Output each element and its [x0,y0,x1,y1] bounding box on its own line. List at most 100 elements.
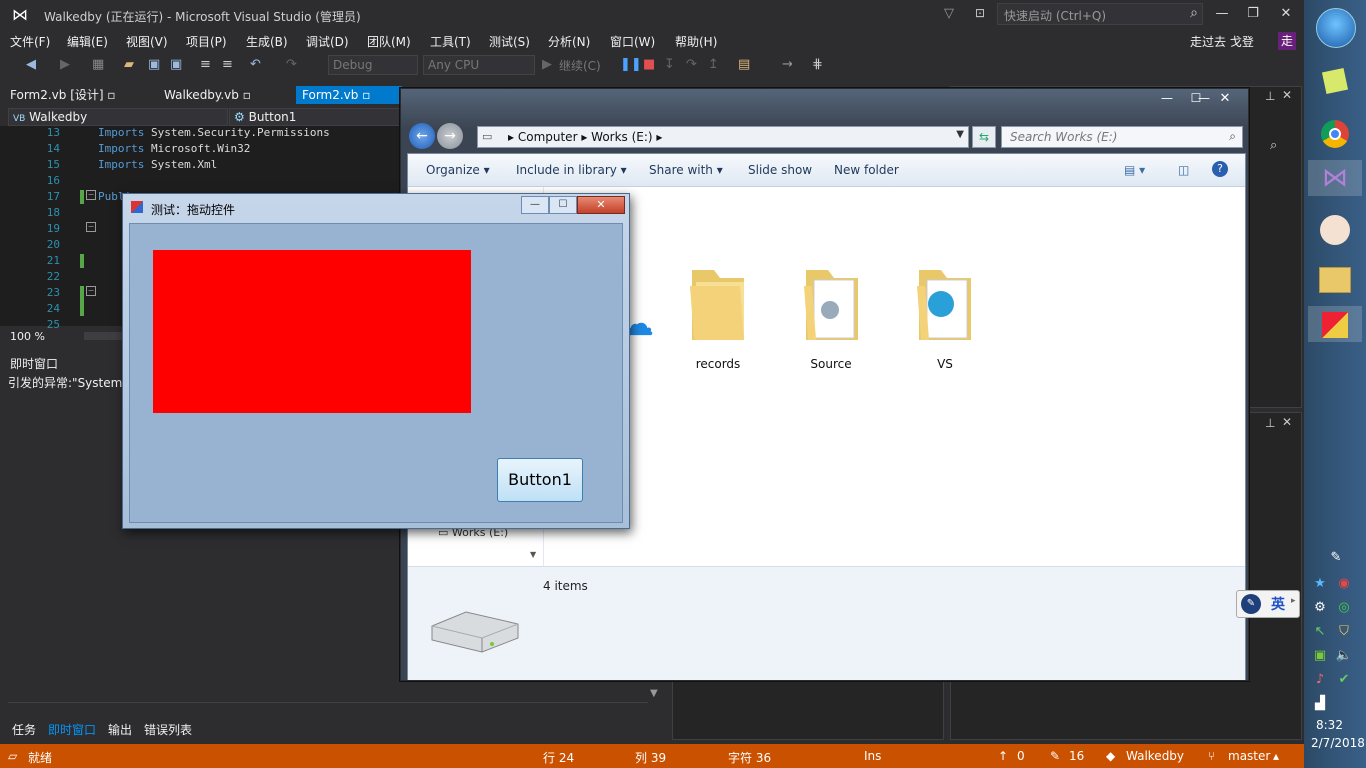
find-in-files-icon[interactable]: ▤ [738,57,750,72]
menu-test[interactable]: 测试(S) [489,33,530,50]
navigate-icon[interactable]: → [782,57,793,72]
filter-icon[interactable]: ▽ [944,6,954,21]
taskbar-sticky-notes-icon[interactable] [1308,64,1362,100]
folder-label[interactable]: Source [786,357,876,371]
member-select[interactable]: ⚙ Button1 [229,108,403,126]
quick-launch-box[interactable]: 快速启动 (Ctrl+Q) ⌕ [997,3,1203,25]
save-all-icon[interactable]: ▣ [170,57,182,72]
breadcrumb-computer[interactable]: Computer [518,130,578,144]
minimize-icon[interactable]: — [1212,6,1232,24]
menu-view[interactable]: 视图(V) [126,33,168,50]
comment-icon[interactable]: ≡ [200,57,211,72]
feedback-icon[interactable]: ⊡ [975,6,985,20]
slide-show-button[interactable]: Slide show [748,163,812,177]
close-icon[interactable]: ✕ [1211,91,1239,109]
tray-steam-icon[interactable]: ⚙ [1310,600,1330,615]
folder-records-icon[interactable] [686,264,750,344]
tray-sound-icon[interactable]: ♪ [1310,672,1330,687]
pin-icon[interactable]: ▫ [362,88,370,102]
ime-toolbar[interactable]: ✎ 英 ▸ [1236,590,1300,618]
immediate-output[interactable]: 引发的异常:"System. [8,374,126,391]
taskbar-chrome-icon[interactable] [1308,116,1362,152]
tray-nvidia-icon[interactable]: ▣ [1310,648,1330,663]
pencil-icon[interactable]: ✎ [1050,749,1060,763]
tray-shield-icon[interactable]: ⛉ [1334,624,1354,639]
menu-build[interactable]: 生成(B) [246,33,288,50]
user-avatar[interactable]: 走 [1278,32,1296,50]
code-line[interactable]: Imports System.Security.Permissions [98,126,330,139]
search-box[interactable]: Search Works (E:) ⌕ [1001,126,1243,148]
menu-window[interactable]: 窗口(W) [610,33,655,50]
folder-vs-icon[interactable] [913,264,977,344]
organize-button[interactable]: Organize ▾ [426,163,490,177]
taskbar-visual-studio-icon[interactable]: ⋈ [1308,160,1362,196]
tab-immediate[interactable]: 即时窗口 [48,721,96,738]
restore-icon[interactable]: ❐ [1243,6,1263,24]
collapse-icon[interactable]: − [86,222,96,232]
status-unpublished[interactable]: 0 [1017,749,1025,763]
menu-edit[interactable]: 编辑(E) [67,33,108,50]
tab-error-list[interactable]: 错误列表 [144,721,192,738]
open-file-icon[interactable]: ▰ [124,57,134,72]
share-with-button[interactable]: Share with ▾ [649,163,723,177]
clock-time[interactable]: 8:32 [1316,718,1343,732]
folder-label[interactable]: VS [900,357,990,371]
tab-form2-code[interactable]: Form2.vb ▫ [296,86,402,104]
scroll-down-icon[interactable]: ▼ [650,688,658,699]
tab-walkedby[interactable]: Walkedby.vb ▫ [158,86,257,104]
ime-menu-icon[interactable]: ▸ [1291,596,1296,606]
start-button-icon[interactable] [1316,8,1356,48]
repo-icon[interactable]: ◆ [1106,749,1115,763]
tray-chrome-icon[interactable]: ◎ [1334,600,1354,615]
new-folder-button[interactable]: New folder [834,163,899,177]
taskbar-file-explorer-icon[interactable] [1308,262,1362,298]
zoom-level[interactable]: 100 % [10,330,45,343]
tab-output[interactable]: 输出 [108,721,132,738]
menu-team[interactable]: 团队(M) [367,33,411,50]
forward-icon[interactable]: → [437,123,463,149]
help-icon[interactable]: ? [1212,161,1228,177]
pin-icon[interactable]: ⊥ [1265,89,1275,103]
collapse-icon[interactable]: − [86,190,96,200]
branch-icon[interactable]: ⑂ [1208,749,1215,763]
menu-analyze[interactable]: 分析(N) [548,33,590,50]
pin-icon[interactable]: ⊥ [1265,416,1275,430]
view-options-icon[interactable]: ▤ ▾ [1124,163,1145,177]
platform-select[interactable]: Any CPU [423,55,535,75]
publish-icon[interactable]: ↑ [998,749,1008,763]
breadcrumb-works[interactable]: Works (E:) [591,130,652,144]
tab-form2-design[interactable]: Form2.vb [设计] ▫ [4,86,122,104]
menu-help[interactable]: 帮助(H) [675,33,717,50]
status-repo[interactable]: Walkedby [1126,749,1184,763]
menu-file[interactable]: 文件(F) [10,33,50,50]
back-icon[interactable]: ← [409,123,435,149]
redo-icon[interactable]: ↷ [286,57,297,72]
taskbar-winforms-app-icon[interactable] [1308,306,1362,342]
tray-star-icon[interactable]: ★ [1310,576,1330,591]
new-project-icon[interactable]: ▦ [92,57,104,72]
back-navigate-icon[interactable]: ◀ [26,57,36,72]
folder-label[interactable]: records [673,357,763,371]
button1[interactable]: Button1 [497,458,583,502]
tab-tasks[interactable]: 任务 [12,721,36,738]
step-out-icon[interactable]: ↥ [708,57,719,72]
search-icon[interactable]: ⌕ [1229,129,1236,144]
include-in-library-button[interactable]: Include in library ▾ [516,163,627,177]
status-branch[interactable]: master [1228,749,1270,763]
code-line[interactable]: Imports System.Xml [98,158,217,171]
close-icon[interactable]: ✕ [577,196,625,214]
taskbar-avatar-app-icon[interactable] [1308,212,1362,248]
continue-icon[interactable]: ▶ [542,57,552,72]
minimize-icon[interactable]: — [1153,91,1181,109]
step-into-icon[interactable]: ↧ [664,57,675,72]
collapse-icon[interactable]: − [86,286,96,296]
menu-tools[interactable]: 工具(T) [430,33,471,50]
pause-icon[interactable]: ❚❚ [620,57,642,72]
search-icon[interactable]: ⌕ [1270,138,1277,153]
save-icon[interactable]: ▣ [148,57,160,72]
pin-icon[interactable]: ▫ [107,88,115,102]
horizontal-scrollbar[interactable] [8,702,648,715]
project-select[interactable]: VB Walkedby [8,108,228,126]
minimize-icon[interactable]: — [521,196,549,214]
toolbar-options-icon[interactable]: ⋕ [812,57,823,72]
